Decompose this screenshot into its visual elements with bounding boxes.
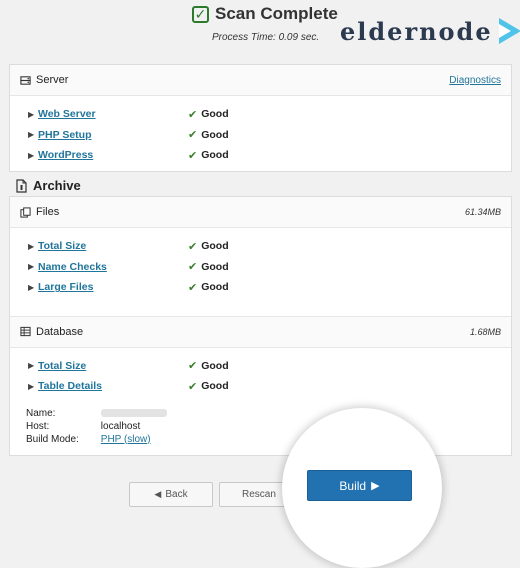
- db-host-row: Host: localhost: [26, 420, 511, 433]
- caret-right-icon: ▶: [28, 241, 35, 251]
- caret-right-icon: ▶: [28, 262, 35, 272]
- status: ✔ Good: [188, 359, 229, 373]
- status: ✔ Good: [188, 281, 229, 294]
- back-arrow-icon: ◀: [154, 489, 162, 499]
- archive-section-title: Archive: [16, 178, 81, 193]
- checkbox-check-icon: ✓: [192, 5, 209, 23]
- item-label[interactable]: Total Size: [38, 360, 188, 372]
- server-title: Server: [36, 74, 69, 86]
- db-build-mode-row: Build Mode: PHP (slow): [26, 433, 511, 446]
- db-name-label: Name:: [26, 407, 56, 419]
- list-item[interactable]: ▶ Name Checks ✔ Good: [28, 257, 501, 278]
- check-icon: ✔: [188, 380, 198, 393]
- status: ✔ Good: [188, 380, 229, 393]
- list-item[interactable]: ▶ Total Size ✔ Good: [28, 356, 501, 377]
- server-panel-header: Server Diagnostics: [10, 65, 511, 96]
- list-item[interactable]: ▶ Large Files ✔ Good: [28, 277, 501, 298]
- status-text: Good: [201, 108, 229, 121]
- files-icon: [20, 206, 31, 218]
- files-header: Files 61.34MB: [10, 197, 511, 228]
- status: ✔ Good: [188, 260, 229, 274]
- database-size: 1.68MB: [469, 326, 501, 337]
- build-mode-link[interactable]: PHP (slow): [101, 434, 151, 445]
- item-label[interactable]: Large Files: [38, 281, 188, 293]
- status: ✔ Good: [188, 240, 229, 253]
- caret-right-icon: ▶: [28, 361, 35, 371]
- check-icon: ✔: [188, 149, 198, 162]
- files-size: 61.34MB: [464, 207, 501, 217]
- status: ✔ Good: [188, 108, 229, 121]
- caret-right-icon: ▶: [28, 381, 35, 391]
- caret-right-icon: ▶: [28, 130, 35, 140]
- item-label[interactable]: PHP Setup: [38, 129, 188, 141]
- check-icon: ✔: [188, 360, 198, 373]
- database-title: Database: [36, 325, 84, 338]
- logo: eldernode: [340, 16, 520, 46]
- status: ✔ Good: [188, 149, 229, 162]
- db-name-row: Name:: [26, 407, 511, 420]
- item-label[interactable]: WordPress: [38, 149, 188, 161]
- list-item[interactable]: ▶ WordPress ✔ Good: [28, 145, 501, 166]
- build-button[interactable]: Build ▶: [307, 470, 412, 501]
- server-list: ▶ Web Server ✔ Good ▶ PHP Setup ✔ Good ▶…: [10, 96, 511, 170]
- check-icon: ✔: [188, 281, 198, 294]
- check-icon: ✔: [188, 108, 198, 121]
- status: ✔ Good: [188, 128, 229, 142]
- status-text: Good: [201, 359, 229, 372]
- item-label[interactable]: Total Size: [38, 240, 188, 252]
- process-time: Process Time: 0.09 sec.: [212, 32, 320, 43]
- list-item[interactable]: ▶ PHP Setup ✔ Good: [28, 125, 501, 146]
- page-title: Scan Complete: [215, 4, 338, 23]
- caret-right-icon: ▶: [28, 109, 35, 119]
- database-header: Database 1.68MB: [10, 315, 511, 348]
- item-label[interactable]: Web Server: [38, 108, 188, 120]
- check-icon: ✔: [188, 261, 198, 274]
- logo-text: eldernode: [340, 16, 493, 46]
- play-arrow-icon: ▶: [371, 480, 380, 492]
- item-label[interactable]: Table Details: [38, 380, 188, 392]
- back-button[interactable]: ◀ Back: [129, 482, 213, 507]
- logo-arrow-icon: [498, 18, 520, 44]
- back-label: Back: [165, 489, 188, 500]
- caret-right-icon: ▶: [28, 282, 35, 292]
- files-list: ▶ Total Size ✔ Good ▶ Name Checks ✔ Good…: [10, 228, 511, 302]
- db-host-value: localhost: [100, 420, 141, 432]
- status-text: Good: [201, 281, 229, 294]
- server-icon: [20, 75, 31, 85]
- list-item[interactable]: ▶ Web Server ✔ Good: [28, 104, 501, 125]
- status-text: Good: [201, 380, 229, 393]
- files-title: Files: [36, 206, 60, 218]
- status-text: Good: [201, 128, 229, 141]
- check-icon: ✔: [188, 240, 198, 253]
- database-info: Name: Host: localhost Build Mode: PHP (s…: [10, 401, 511, 446]
- item-label[interactable]: Name Checks: [38, 261, 188, 273]
- build-label: Build: [339, 478, 367, 493]
- db-name-redacted: [100, 408, 167, 417]
- archive-title: Archive: [33, 178, 81, 193]
- scan-header: ✓ Scan Complete: [192, 4, 338, 24]
- archive-panel: Files 61.34MB ▶ Total Size ✔ Good ▶ Name…: [9, 196, 512, 456]
- list-item[interactable]: ▶ Total Size ✔ Good: [28, 236, 501, 257]
- check-icon: ✔: [188, 129, 198, 142]
- db-host-label: Host:: [26, 420, 50, 432]
- build-mode-label: Build Mode:: [26, 433, 79, 445]
- caret-right-icon: ▶: [28, 150, 35, 160]
- status-text: Good: [201, 260, 229, 273]
- database-list: ▶ Total Size ✔ Good ▶ Table Details ✔ Go…: [10, 348, 511, 401]
- diagnostics-link[interactable]: Diagnostics: [449, 75, 501, 86]
- archive-file-icon: [16, 178, 27, 193]
- table-icon: [20, 326, 31, 337]
- rescan-label: Rescan: [242, 489, 276, 500]
- server-panel: Server Diagnostics ▶ Web Server ✔ Good ▶…: [9, 64, 512, 172]
- list-item[interactable]: ▶ Table Details ✔ Good: [28, 376, 501, 397]
- status-text: Good: [201, 240, 229, 253]
- status-text: Good: [201, 149, 229, 162]
